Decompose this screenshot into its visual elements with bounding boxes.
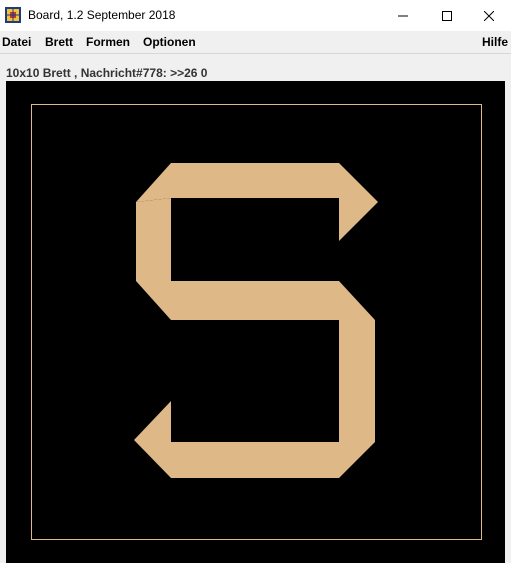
menu-datei[interactable]: Datei [2, 35, 31, 49]
s-top-bar [136, 163, 378, 241]
minimize-icon [398, 15, 408, 16]
s-right-bar [339, 320, 375, 442]
minimize-button[interactable] [380, 0, 426, 31]
close-icon [484, 10, 494, 21]
menu-formen[interactable]: Formen [86, 35, 130, 49]
status-message: 10x10 Brett , Nachricht#778: >>26 0 [6, 66, 208, 80]
menu-optionen[interactable]: Optionen [143, 35, 196, 49]
title-bar: Board, 1.2 September 2018 [0, 0, 511, 31]
menu-separator [0, 53, 511, 54]
board-canvas [31, 104, 482, 540]
s-left-bar [136, 198, 171, 281]
window-title: Board, 1.2 September 2018 [28, 8, 176, 22]
game-board[interactable] [6, 81, 505, 563]
maximize-button[interactable] [424, 0, 470, 31]
maximize-icon [442, 10, 452, 21]
board-grid-icon[interactable] [5, 7, 21, 23]
s-bottom-bar [134, 401, 375, 478]
menu-hilfe[interactable]: Hilfe [482, 35, 508, 49]
s-middle-bar [136, 281, 375, 320]
close-button[interactable] [466, 0, 511, 31]
s-shape[interactable] [134, 163, 378, 478]
menu-brett[interactable]: Brett [45, 35, 73, 49]
menu-bar: Datei Brett Formen Optionen Hilfe [0, 31, 511, 53]
